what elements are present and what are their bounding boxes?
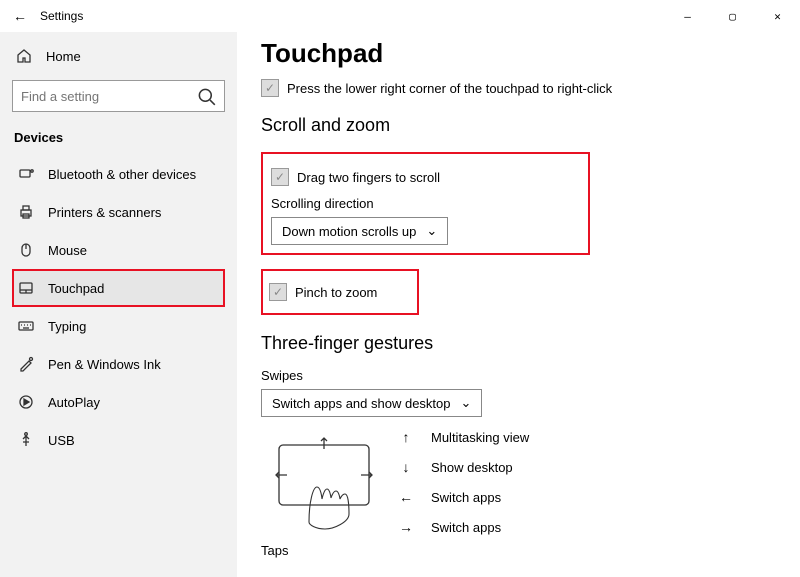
sidebar-item-label: Mouse: [48, 243, 87, 258]
sidebar-item-autoplay[interactable]: AutoPlay: [12, 383, 225, 421]
highlight-pinch-section: ✓ Pinch to zoom: [261, 269, 419, 315]
home-icon: [16, 48, 32, 64]
sidebar-item-label: Pen & Windows Ink: [48, 357, 161, 372]
sidebar-item-pen[interactable]: Pen & Windows Ink: [12, 345, 225, 383]
sidebar-item-label: USB: [48, 433, 75, 448]
back-button[interactable]: ←: [8, 8, 32, 24]
autoplay-icon: [18, 394, 34, 410]
sidebar-item-printers[interactable]: Printers & scanners: [12, 193, 225, 231]
section-scroll-zoom: Scroll and zoom: [261, 115, 776, 136]
chevron-down-icon: ⌄: [461, 395, 472, 411]
checkbox-label: Press the lower right corner of the touc…: [287, 81, 612, 96]
press-corner-checkbox[interactable]: ✓ Press the lower right corner of the to…: [261, 79, 776, 97]
gesture-up: ↑ Multitasking view: [399, 429, 529, 445]
minimize-button[interactable]: —: [665, 0, 710, 32]
gesture-left: ← Switch apps: [399, 489, 529, 505]
home-label: Home: [46, 49, 81, 64]
scroll-direction-label: Scrolling direction: [271, 196, 448, 211]
gesture-down: ↓ Show desktop: [399, 459, 529, 475]
chevron-down-icon: ⌄: [426, 223, 437, 239]
gesture-diagram-row: ↑ Multitasking view ↓ Show desktop ← Switch…: [261, 427, 776, 537]
gesture-label: Multitasking view: [431, 430, 529, 445]
keyboard-icon: [18, 318, 34, 334]
sidebar-item-touchpad[interactable]: Touchpad: [12, 269, 225, 307]
bluetooth-icon: [18, 166, 34, 182]
checkmark-icon: ✓: [269, 283, 287, 301]
arrow-down-icon: ↓: [399, 459, 413, 475]
checkmark-icon: ✓: [261, 79, 279, 97]
gesture-label: Switch apps: [431, 520, 501, 535]
sidebar-item-bluetooth[interactable]: Bluetooth & other devices: [12, 155, 225, 193]
close-button[interactable]: ✕: [755, 0, 800, 32]
printer-icon: [18, 204, 34, 220]
swipes-label: Swipes: [261, 368, 776, 383]
sidebar-item-label: Touchpad: [48, 281, 104, 296]
touchpad-gesture-illustration: [269, 427, 379, 537]
scroll-direction-dropdown[interactable]: Down motion scrolls up ⌄: [271, 217, 448, 245]
gesture-right: → Switch apps: [399, 519, 529, 535]
checkmark-icon: ✓: [271, 168, 289, 186]
mouse-icon: [18, 242, 34, 258]
page-title: Touchpad: [261, 38, 776, 69]
arrow-right-icon: →: [399, 519, 413, 535]
sidebar-item-label: AutoPlay: [48, 395, 100, 410]
drag-two-fingers-checkbox[interactable]: ✓ Drag two fingers to scroll: [271, 168, 448, 186]
taps-label: Taps: [261, 543, 776, 558]
window-controls: — ▢ ✕: [665, 0, 800, 32]
sidebar-item-label: Typing: [48, 319, 86, 334]
sidebar-item-usb[interactable]: USB: [12, 421, 225, 459]
checkbox-label: Pinch to zoom: [295, 285, 377, 300]
home-button[interactable]: Home: [12, 42, 225, 70]
category-header: Devices: [14, 130, 225, 145]
gesture-list: ↑ Multitasking view ↓ Show desktop ← Switch…: [399, 427, 529, 537]
highlight-scroll-section: ✓ Drag two fingers to scroll Scrolling d…: [261, 152, 590, 255]
maximize-button[interactable]: ▢: [710, 0, 755, 32]
pinch-zoom-checkbox[interactable]: ✓ Pinch to zoom: [269, 283, 377, 301]
main-panel: Touchpad ✓ Press the lower right corner …: [237, 32, 800, 577]
checkbox-label: Drag two fingers to scroll: [297, 170, 440, 185]
sidebar-item-typing[interactable]: Typing: [12, 307, 225, 345]
dropdown-value: Down motion scrolls up: [282, 224, 416, 239]
sidebar: Home Devices Bluetooth & other devices P…: [0, 32, 237, 577]
section-three-finger: Three-finger gestures: [261, 333, 776, 354]
search-icon: [197, 87, 216, 106]
sidebar-item-label: Bluetooth & other devices: [48, 167, 196, 182]
window-title: Settings: [40, 9, 83, 23]
usb-icon: [18, 432, 34, 448]
dropdown-value: Switch apps and show desktop: [272, 396, 451, 411]
arrow-left-icon: ←: [399, 489, 413, 505]
touchpad-icon: [18, 280, 34, 296]
gesture-label: Show desktop: [431, 460, 513, 475]
gesture-label: Switch apps: [431, 490, 501, 505]
arrow-up-icon: ↑: [399, 429, 413, 445]
search-box[interactable]: [12, 80, 225, 112]
search-input[interactable]: [21, 89, 197, 104]
sidebar-item-label: Printers & scanners: [48, 205, 161, 220]
pen-icon: [18, 356, 34, 372]
sidebar-item-mouse[interactable]: Mouse: [12, 231, 225, 269]
swipes-dropdown[interactable]: Switch apps and show desktop ⌄: [261, 389, 482, 417]
titlebar: ← Settings — ▢ ✕: [0, 0, 800, 32]
